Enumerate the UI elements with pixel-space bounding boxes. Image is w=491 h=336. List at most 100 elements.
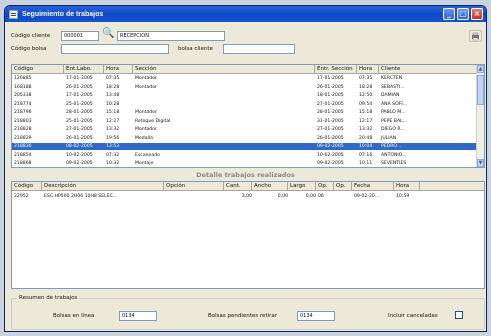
bolsas-pendientes-field: 0134 <box>297 311 335 321</box>
table-cell: DAMIAN <box>381 93 400 98</box>
cliente-name-field: RECEPCION <box>117 31 225 41</box>
jobs-column-header[interactable]: Ent.Labo. <box>64 65 104 74</box>
bolsas-en-linea-field: 0134 <box>119 311 157 321</box>
details-column-header[interactable]: Código <box>12 182 42 191</box>
details-column-header[interactable]: Fecha <box>352 182 394 191</box>
table-row[interactable]: 218828 27-01-2005 13:32 Montador 27-01-2005 1… <box>12 126 477 133</box>
scroll-up-button[interactable]: ▲ <box>477 65 484 73</box>
details-column-header[interactable]: Ancho <box>252 182 288 191</box>
table-cell: 07:16 <box>359 152 373 158</box>
table-cell: Montaje <box>135 161 154 166</box>
table-cell: 09-02-2005 <box>66 161 93 166</box>
table-cell: 218803 <box>14 118 32 124</box>
table-cell: 09-02-20... <box>354 194 380 199</box>
maximize-button[interactable]: □ <box>457 8 469 20</box>
codigo-bolsa-input[interactable] <box>61 44 169 54</box>
table-cell: Montador <box>135 76 157 81</box>
bolsa-cliente-input[interactable] <box>223 44 295 54</box>
table-row[interactable]: 218854 10-02-2005 07:32 Escaneado 10-02-2005… <box>12 152 477 159</box>
close-button[interactable]: × <box>471 8 483 20</box>
table-cell: 10:32 <box>106 161 120 166</box>
table-cell: 07:35 <box>106 76 120 81</box>
jobs-column-header[interactable]: Cliente <box>379 65 477 74</box>
table-row[interactable]: 218830 08-02-2005 13:53 09-02-2005 10:04 PEDR… <box>12 143 477 150</box>
table-cell <box>164 193 224 200</box>
table-cell: 15:18 <box>359 110 373 115</box>
print-button[interactable] <box>469 30 482 42</box>
codigo-bolsa-label: Código bolsa <box>11 46 47 52</box>
table-row[interactable]: 218774 25-01-2005 10:28 27-01-2005 09:54 ANA … <box>12 101 477 108</box>
table-row[interactable]: 126885 17-01-2005 07:35 Montador 17-01-2005 0… <box>12 75 477 82</box>
table-cell: 18-01-2005 <box>317 93 344 98</box>
table-row[interactable]: 22952 ESC.HP500 2H06 10H8 SELEC... 3,00 0,0… <box>12 193 432 200</box>
table-cell: 25-01-2005 <box>66 118 93 124</box>
jobs-column-header[interactable]: Hora <box>104 65 133 74</box>
details-column-header[interactable]: Cant. <box>224 182 252 191</box>
table-row[interactable]: 218829 26-01-2005 19:56 Medalla 26-01-2005 20… <box>12 135 477 142</box>
codigo-cliente-input[interactable]: 000001 <box>61 31 99 41</box>
table-cell: 205338 <box>14 93 32 98</box>
table-cell: Medalla <box>135 135 153 141</box>
summary-group-label: Resumen de trabajos <box>17 295 80 301</box>
table-cell: PEDRO... <box>381 144 402 149</box>
table-cell: 3,00 <box>241 194 252 199</box>
table-cell: 18:28 <box>106 84 120 90</box>
table-cell: 07:35 <box>359 76 373 81</box>
jobs-column-header[interactable]: Sección <box>133 65 315 74</box>
table-cell: 18:28 <box>359 84 373 90</box>
table-cell: PABLO M... <box>381 110 406 115</box>
table-cell: 06 <box>318 194 324 199</box>
table-cell: DIEGO R... <box>381 127 405 132</box>
jobs-column-header[interactable]: Entr. Sección <box>315 65 357 74</box>
incluir-canceladas-label: Incluir canceladas <box>388 313 438 319</box>
table-cell: 218796 <box>14 110 32 115</box>
jobs-scrollbar[interactable]: ▲ ▼ <box>476 65 484 167</box>
scroll-down-button[interactable]: ▼ <box>477 159 484 167</box>
title-bar[interactable]: Seguimiento de trabajos _ □ × <box>5 6 486 22</box>
search-icon[interactable]: 🔍 <box>102 28 114 39</box>
table-row[interactable]: 218868 09-02-2005 10:32 Montaje 09-02-2005 10… <box>12 160 477 167</box>
table-cell: 27-01-2005 <box>317 101 344 107</box>
main-window: Seguimiento de trabajos _ □ × Código cli… <box>4 5 487 332</box>
table-cell: PEPE BAL... <box>381 118 408 124</box>
table-cell: Montador <box>135 84 157 90</box>
table-cell: 26-01-2005 <box>317 135 344 141</box>
details-column-header[interactable]: Hora <box>394 182 420 191</box>
table-cell: 218868 <box>14 161 32 166</box>
table-cell: 218828 <box>14 127 32 132</box>
table-cell: 13:48 <box>106 93 120 98</box>
minimize-button[interactable]: _ <box>443 8 455 20</box>
details-column-header[interactable]: Largo <box>288 182 316 191</box>
table-row[interactable]: 218803 25-01-2005 12:27 Retoque Digital 31-0… <box>12 118 477 125</box>
table-cell: 13:32 <box>106 127 120 132</box>
jobs-table[interactable]: Código Ent.Labo. Hora Sección Entr. Sección H… <box>11 64 485 168</box>
table-cell <box>334 193 352 200</box>
table-cell: 09-02-2005 <box>317 161 344 166</box>
jobs-column-header[interactable]: Código <box>12 65 64 74</box>
details-column-header[interactable]: Op. <box>334 182 352 191</box>
jobs-column-header[interactable]: Hora <box>357 65 379 74</box>
details-column-header[interactable]: Opción <box>164 182 224 191</box>
table-cell: 17-01-2005 <box>66 93 93 98</box>
details-column-header[interactable]: Descripción <box>42 182 164 191</box>
table-cell: SEVENTIES <box>381 161 407 166</box>
table-row[interactable]: 218796 28-01-2005 15:18 Montador 28-01-2005 1… <box>12 109 477 116</box>
details-table[interactable]: Código Descripción Opción Cant. Ancho Largo Op… <box>11 181 485 289</box>
table-cell: 13:53 <box>106 144 120 149</box>
incluir-canceladas-checkbox[interactable] <box>455 311 463 319</box>
table-cell: 26-01-2005 <box>317 84 344 90</box>
table-cell: 10:11 <box>359 161 373 166</box>
table-cell: 218829 <box>14 135 32 141</box>
table-cell: ESC.HP500 2H06 10H8 SELEC... <box>44 194 118 199</box>
table-row[interactable]: 205338 17-01-2005 13:48 18-01-2005 12:50 DAMI… <box>12 92 477 99</box>
table-cell: KERCTEN <box>381 76 403 81</box>
scroll-thumb[interactable] <box>477 75 484 105</box>
table-cell: 12:50 <box>359 93 373 98</box>
table-cell: JULIAN <box>381 135 397 141</box>
table-cell: 26-01-2005 <box>66 84 93 90</box>
table-cell: 218774 <box>14 101 32 107</box>
table-cell: 09-02-2005 <box>317 144 344 149</box>
details-table-header: Código Descripción Opción Cant. Ancho Largo Op… <box>12 182 484 191</box>
table-row[interactable]: 168188 26-01-2005 18:28 Montador 26-01-2005 1… <box>12 84 477 91</box>
details-column-header[interactable]: Op. <box>316 182 334 191</box>
